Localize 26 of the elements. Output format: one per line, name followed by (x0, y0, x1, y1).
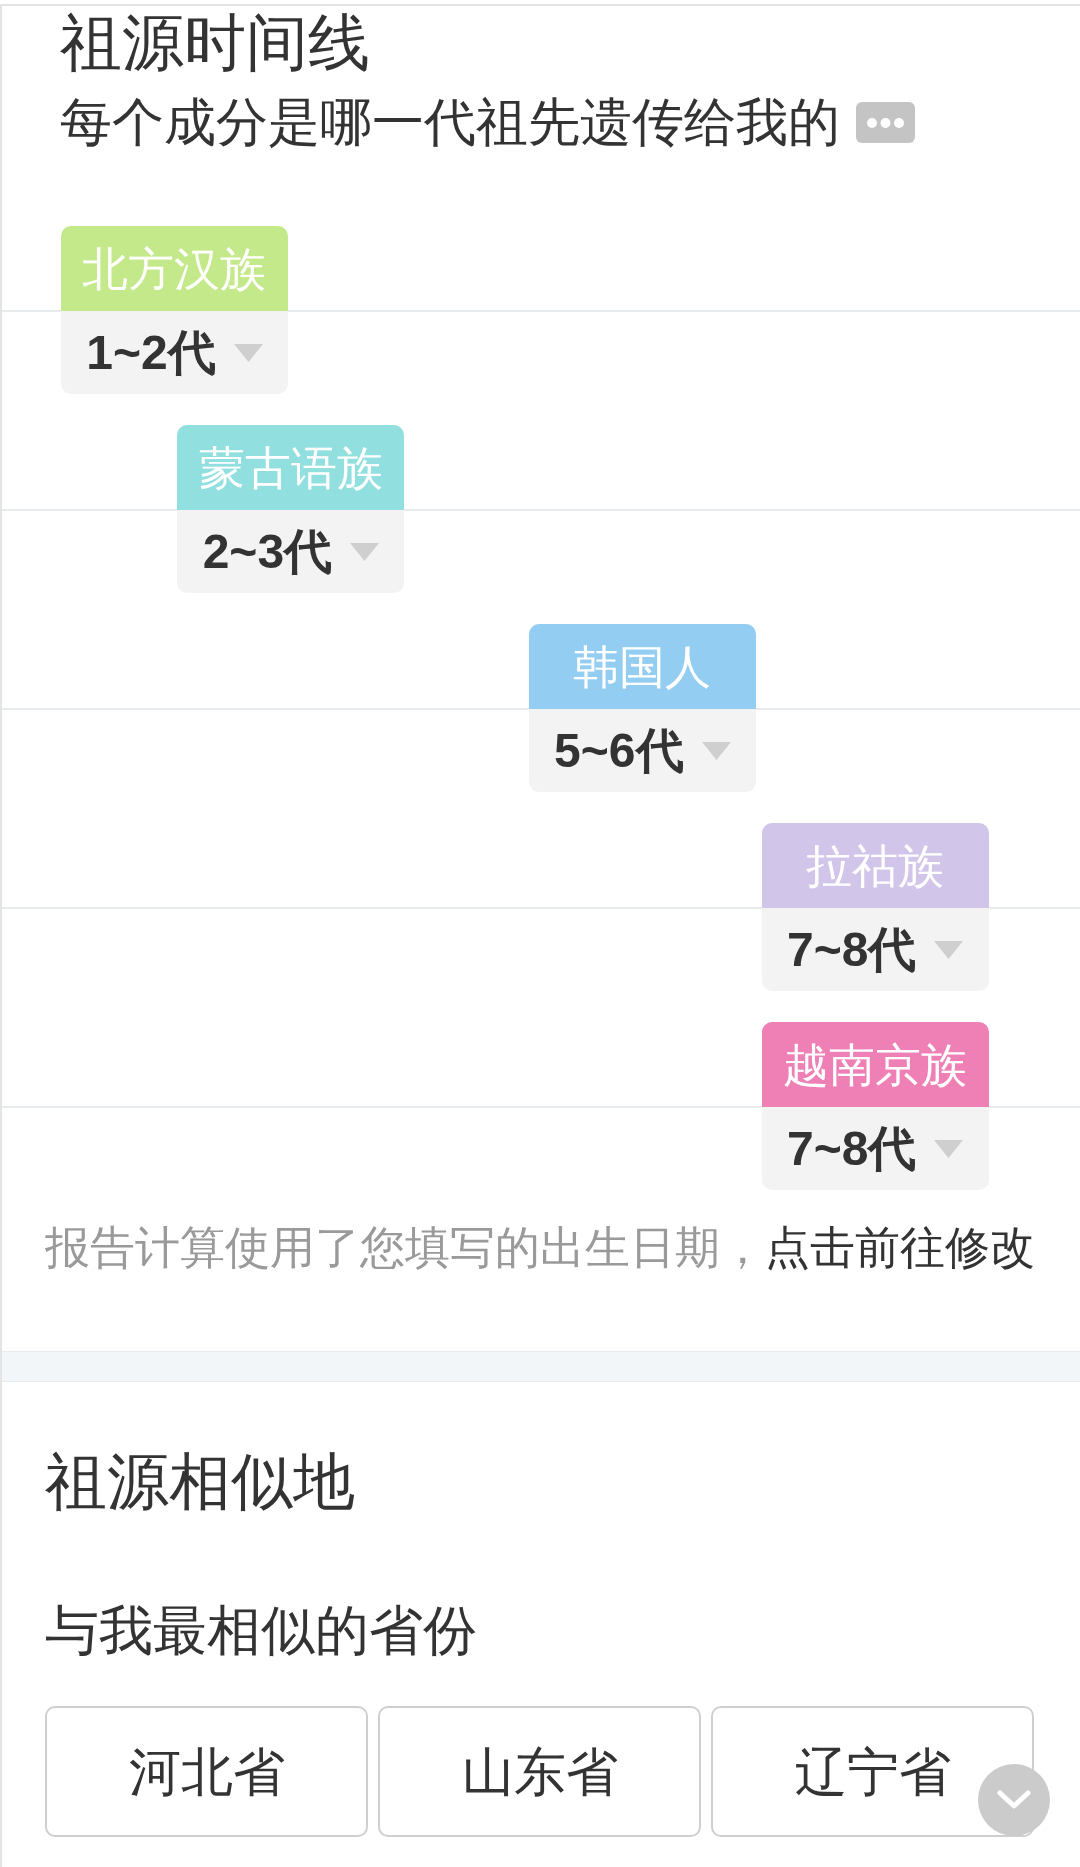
caret-icon (701, 741, 731, 760)
edit-link[interactable]: 点击前往修改 (765, 1222, 1035, 1273)
section-subtitle: 每个成分是哪一代祖先遗传给我的 (60, 92, 840, 153)
population-tag: 北方汉族 (60, 226, 288, 311)
province-button[interactable]: 河北省 (45, 1706, 368, 1837)
generation-dropdown[interactable]: 7~8代 (761, 908, 989, 991)
generation-dropdown[interactable]: 1~2代 (60, 311, 288, 394)
population-tag: 韩国人 (528, 624, 756, 709)
section-title: 祖源相似地 (45, 1446, 356, 1518)
birthdate-note: 报告计算使用了您填写的出生日期，点击前往修改 (44, 1221, 1036, 1275)
population-tag: 蒙古语族 (177, 425, 405, 510)
generation-dropdown[interactable]: 7~8代 (761, 1107, 989, 1190)
generation-dropdown[interactable]: 2~3代 (177, 510, 405, 593)
section-subtitle: 与我最相似的省份 (45, 1599, 478, 1662)
caret-icon (233, 343, 263, 362)
caret-icon (934, 1139, 964, 1158)
caret-icon (350, 542, 380, 561)
generation-dropdown[interactable]: 5~6代 (528, 709, 756, 792)
province-button[interactable]: 辽宁省 (711, 1706, 1034, 1837)
section-title: 祖源时间线 (60, 7, 371, 79)
ellipsis-icon[interactable] (856, 101, 915, 143)
population-tag: 拉祜族 (761, 823, 989, 908)
province-button[interactable]: 山东省 (378, 1706, 701, 1837)
population-tag: 越南京族 (761, 1022, 989, 1107)
caret-icon (934, 940, 964, 959)
chevron-down-icon (997, 1790, 1031, 1810)
